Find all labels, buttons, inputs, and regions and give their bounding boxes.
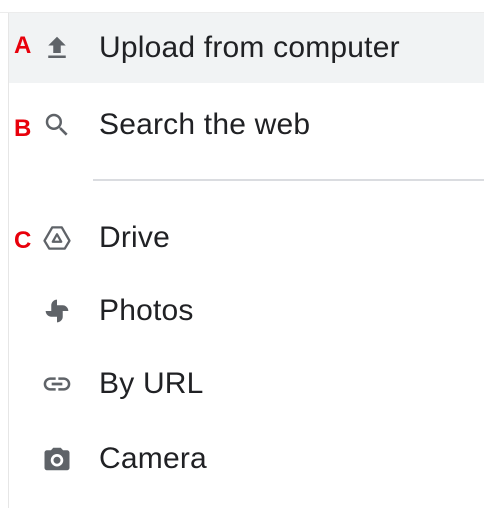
menu-item-photos[interactable]: Photos: [9, 276, 484, 346]
menu-item-label: By URL: [99, 367, 204, 400]
menu-divider: [93, 179, 484, 181]
annotation-marker-c: C: [14, 227, 32, 254]
menu-item-drive[interactable]: Drive: [9, 203, 484, 273]
menu-item-search-the-web[interactable]: Search the web: [9, 90, 484, 160]
insert-image-menu: Upload from computer Search the web Driv…: [0, 0, 484, 508]
menu-item-label: Camera: [99, 442, 207, 475]
menu-item-label: Upload from computer: [99, 31, 400, 64]
menu-item-label: Drive: [99, 221, 171, 254]
photos-pinwheel-icon: [39, 293, 75, 329]
menu-item-label: Search the web: [99, 108, 311, 141]
menu-item-upload-from-computer[interactable]: Upload from computer: [9, 13, 484, 83]
menu-item-label: Photos: [99, 294, 194, 327]
camera-icon: [39, 441, 75, 477]
menu-item-by-url[interactable]: By URL: [9, 349, 484, 419]
annotation-marker-b: B: [14, 115, 32, 142]
upload-icon: [39, 30, 75, 66]
annotation-marker-a: A: [14, 32, 32, 59]
menu-item-camera[interactable]: Camera: [9, 424, 484, 494]
drive-icon: [39, 220, 75, 256]
link-icon: [39, 366, 75, 402]
search-icon: [39, 107, 75, 143]
